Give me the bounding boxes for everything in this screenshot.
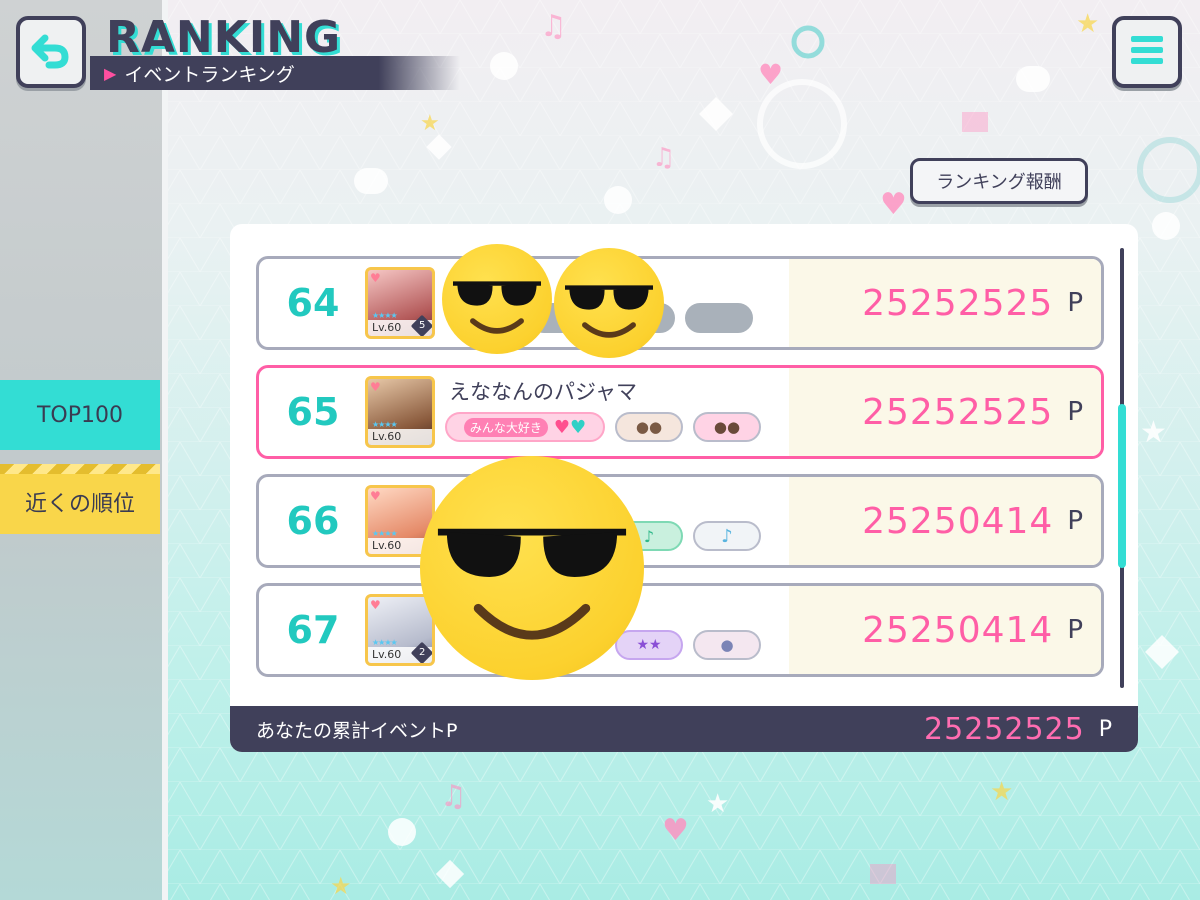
honor-badge: ●● xyxy=(615,412,683,442)
heart-icon: ♥ xyxy=(370,271,381,285)
svg-text:★: ★ xyxy=(706,789,729,819)
rarity-stars-icon: ★★★★ xyxy=(372,638,398,647)
ranking-row[interactable]: 64 ♥ ★★★★ Lv.60 5 25252525 P xyxy=(256,256,1104,350)
honor-badge: ♪ xyxy=(693,521,761,551)
tab-nearby-ranks[interactable]: 近くの順位 xyxy=(0,464,160,534)
character-faces-icon: ●● xyxy=(635,418,663,436)
heart-icon: ♥ xyxy=(370,380,381,394)
player-avatar: ♥ ★★★★ Lv.60 xyxy=(365,376,435,448)
tab-nearby-label: 近くの順位 xyxy=(24,492,135,517)
sidebar: TOP100 近くの順位 xyxy=(0,0,168,900)
sunglasses-emoji-icon xyxy=(554,248,664,358)
page-subtitle: イベントランキング xyxy=(124,63,295,86)
score: 25252525 P xyxy=(862,368,1083,456)
honor-badge: ● xyxy=(693,630,761,660)
ranking-row[interactable]: 66 ♥ ★★★★ Lv.60 ♪ ♪ 25250414 P xyxy=(256,474,1104,568)
ranking-list[interactable]: 64 ♥ ★★★★ Lv.60 5 25252525 P 65 ♥ ★★★★ L… xyxy=(230,224,1138,706)
sunglasses-emoji-icon xyxy=(420,456,644,680)
ranking-row[interactable]: 65 ♥ ★★★★ Lv.60 えななんのパジャマ みんな大好き ♥ ♥ ●● … xyxy=(256,365,1104,459)
music-note-icon: ♪ xyxy=(643,526,655,546)
hearts-icon: ♥ xyxy=(570,416,587,438)
sunglasses-emoji-icon xyxy=(442,244,552,354)
total-points-unit: P xyxy=(1098,716,1112,742)
ranking-panel: 64 ♥ ★★★★ Lv.60 5 25252525 P 65 ♥ ★★★★ L… xyxy=(230,224,1138,752)
svg-text:★: ★ xyxy=(330,872,352,900)
svg-text:♥: ♥ xyxy=(758,58,783,91)
tab-top100-label: TOP100 xyxy=(36,402,123,428)
rarity-stars-icon: ★★★★ xyxy=(372,420,398,429)
svg-text:★: ★ xyxy=(1076,9,1099,39)
svg-text:♫: ♫ xyxy=(440,779,467,814)
score-unit: P xyxy=(1067,506,1083,536)
player-name: えななんのパジャマ xyxy=(449,380,637,404)
score: 25250414 P xyxy=(862,586,1083,674)
menu-button[interactable] xyxy=(1112,16,1182,88)
svg-text:♥: ♥ xyxy=(662,813,689,848)
rank-number: 65 xyxy=(286,390,340,434)
score-value: 25252525 xyxy=(862,282,1054,324)
scrollbar-thumb[interactable] xyxy=(1118,404,1126,568)
badge-list: みんな大好き ♥ ♥ ●● ●● xyxy=(445,412,761,444)
character-face-icon: ● xyxy=(720,636,734,654)
title-badge-label: みんな大好き xyxy=(463,417,548,437)
hearts-icon: ♥ xyxy=(553,416,570,438)
svg-text:♫: ♫ xyxy=(540,9,567,44)
score-value: 25250414 xyxy=(862,500,1054,542)
score-unit: P xyxy=(1067,288,1083,318)
play-triangle-icon: ▶ xyxy=(104,63,117,83)
tab-top100[interactable]: TOP100 xyxy=(0,380,160,450)
score-value: 25250414 xyxy=(862,609,1054,651)
svg-text:★: ★ xyxy=(990,777,1013,807)
rarity-stars-icon: ★★★★ xyxy=(372,529,398,538)
rank-number: 64 xyxy=(286,281,340,325)
back-button[interactable] xyxy=(16,16,86,88)
svg-text:★: ★ xyxy=(420,111,440,136)
score-unit: P xyxy=(1067,397,1083,427)
ranking-reward-button[interactable]: ランキング報酬 xyxy=(910,158,1088,204)
score-unit: P xyxy=(1067,615,1083,645)
svg-text:♥: ♥ xyxy=(880,187,907,222)
page-subtitle-bar: ▶ イベントランキング xyxy=(90,56,460,90)
total-points-label: あなたの累計イベントP xyxy=(256,719,458,742)
hamburger-menu-icon xyxy=(1129,34,1165,70)
score: 25250414 P xyxy=(862,477,1083,565)
score-value: 25252525 xyxy=(862,391,1054,433)
ranking-row[interactable]: 67 ♥ ★★★★ Lv.60 2 ★★ ● 25250414 P xyxy=(256,583,1104,677)
honor-badge: ●● xyxy=(693,412,761,442)
total-points-bar: あなたの累計イベントP 25252525 P xyxy=(230,706,1138,752)
svg-text:★: ★ xyxy=(1140,415,1167,450)
rank-number: 67 xyxy=(286,608,340,652)
back-arrow-icon xyxy=(31,30,71,74)
rarity-stars-icon: ★★★★ xyxy=(372,311,398,320)
avatar-level: Lv.60 xyxy=(368,429,432,445)
player-avatar: ♥ ★★★★ Lv.60 5 xyxy=(365,267,435,339)
rank-number: 66 xyxy=(286,499,340,543)
total-points-value: 25252525 xyxy=(924,711,1085,747)
svg-text:♫: ♫ xyxy=(652,143,675,173)
title-badge: みんな大好き ♥ ♥ xyxy=(445,412,605,442)
heart-icon: ♥ xyxy=(370,598,381,612)
honor-badge xyxy=(685,303,753,333)
score: 25252525 P xyxy=(862,259,1083,347)
music-note-icon: ♪ xyxy=(721,525,733,547)
heart-icon: ♥ xyxy=(370,489,381,503)
character-faces-icon: ●● xyxy=(713,418,741,436)
